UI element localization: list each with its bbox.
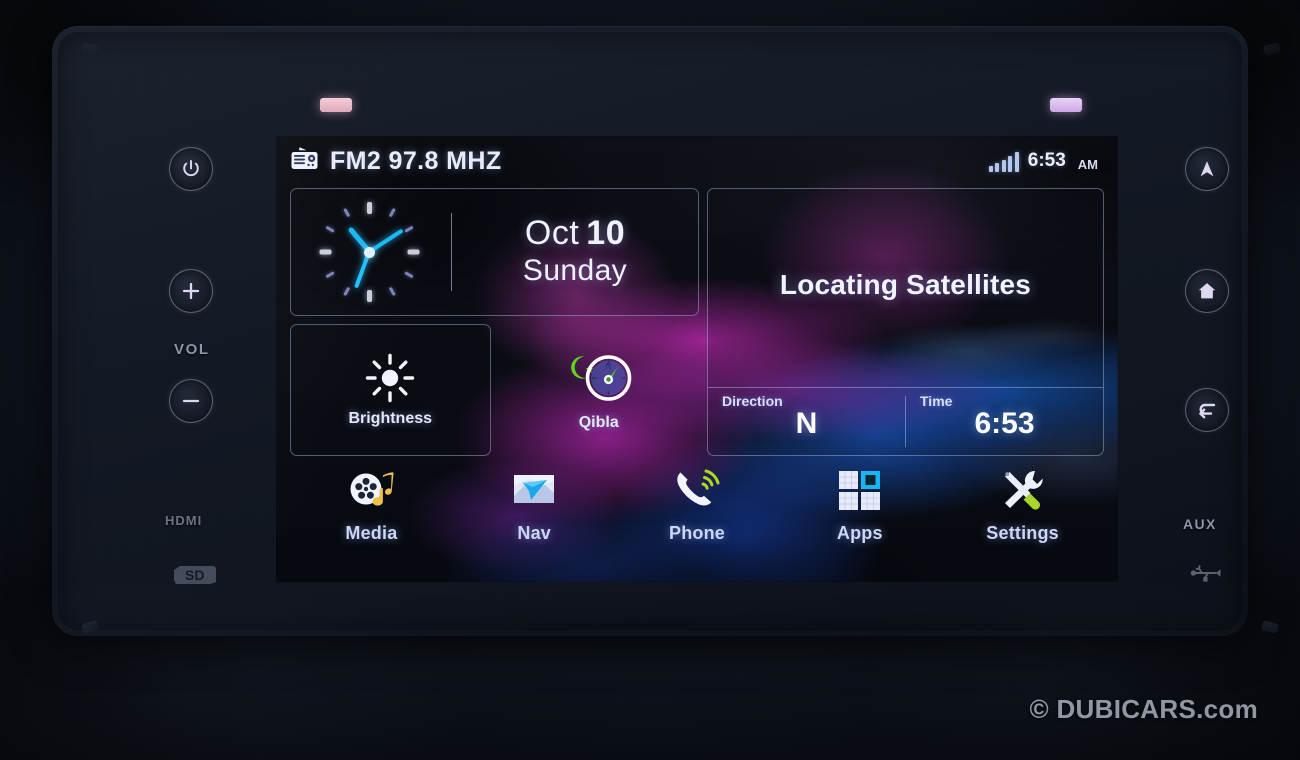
direction-value: N [795,407,818,440]
navigation-arrow-icon [1196,158,1218,180]
home-icon [1196,280,1218,302]
hdmi-port-label: HDMI [165,513,203,528]
date-day: 10 [586,214,626,253]
clock-tick [319,249,369,255]
bezel-screw [1263,42,1281,56]
analog-clock-icon [313,196,425,308]
power-icon [180,158,202,180]
indicator-led-right [1050,98,1082,112]
direction-cell: Direction N [708,388,905,455]
date-block: Oct 10 Sunday [452,214,698,288]
dock-label-settings: Settings [986,523,1059,543]
clock-center-dot [363,246,375,258]
app-grid-icon [832,466,888,516]
radio-tuner-icon [290,146,320,177]
date-month: Oct [524,214,580,253]
brightness-shortcut[interactable]: Brightness [290,324,491,456]
signal-bars-icon [988,152,1019,172]
dashboard-background: VOL HDMI SD AUX FM2 97.8 MHZ 6:53 AM Oct… [0,0,1300,760]
bezel-screw [1260,619,1280,635]
dock-item-nav[interactable]: Nav [453,458,616,566]
status-ampm: AM [1077,157,1098,172]
nav-status-text: Locating Satellites [779,269,1032,300]
status-time: 6:53 [1027,150,1066,171]
dock-item-apps[interactable]: Apps [778,458,941,566]
home-hardware-button[interactable] [1185,269,1229,313]
qibla-label: Qibla [578,414,619,431]
phone-handset-icon [669,466,725,516]
clock-tick [369,249,419,255]
head-unit-bezel: VOL HDMI SD AUX FM2 97.8 MHZ 6:53 AM Oct… [52,26,1281,636]
power-button[interactable] [169,147,213,191]
film-reel-music-icon [343,466,399,516]
plus-icon [179,279,203,303]
clock-tick [366,202,372,252]
back-hardware-button[interactable] [1185,388,1229,432]
dock-label-nav: Nav [517,523,551,543]
infotainment-screen[interactable]: FM2 97.8 MHZ 6:53 AM Oct 10 Sunday Brigh… [276,136,1118,582]
wrench-screwdriver-icon [995,466,1051,516]
status-bar: FM2 97.8 MHZ 6:53 AM [276,136,1118,186]
dock-label-apps: Apps [836,523,883,543]
usb-icon [1190,562,1224,589]
clock-date-widget[interactable]: Oct 10 Sunday [290,188,699,316]
dock-item-phone[interactable]: Phone [616,458,779,566]
dock-label-phone: Phone [668,523,725,543]
compass-crescent-icon: N [562,348,636,408]
minus-icon [179,389,203,413]
nav-hardware-button[interactable] [1185,147,1229,191]
radio-source-text: FM2 97.8 MHZ [330,146,502,175]
time-cell: Time 6:53 [906,388,1103,455]
aux-port-label: AUX [1183,516,1217,532]
sun-icon [364,352,416,404]
volume-label: VOL [174,341,210,358]
svg-text:N: N [605,361,611,371]
brightness-label: Brightness [348,410,433,427]
bezel-screw [81,42,99,56]
watermark: © DUBICARS.com [1029,694,1258,724]
volume-up-button[interactable] [169,269,213,313]
bezel-screw [80,619,100,635]
map-arrow-icon [506,466,562,516]
time-value: 6:53 [974,407,1035,440]
sd-card-icon: SD [172,564,218,591]
dock-item-settings[interactable]: Settings [941,458,1104,566]
date-weekday: Sunday [522,253,628,287]
dock-label-media: Media [345,523,398,543]
volume-down-button[interactable] [169,379,213,423]
navigation-widget[interactable]: Locating Satellites Direction N Time 6:5… [707,188,1104,456]
app-dock: Media Nav Phone Apps Settings [290,458,1104,566]
indicator-led-left [320,98,352,112]
qibla-shortcut[interactable]: N Qibla [499,324,700,456]
back-arrow-icon [1195,398,1219,422]
svg-text:SD: SD [185,567,204,583]
dock-item-media[interactable]: Media [290,458,453,566]
